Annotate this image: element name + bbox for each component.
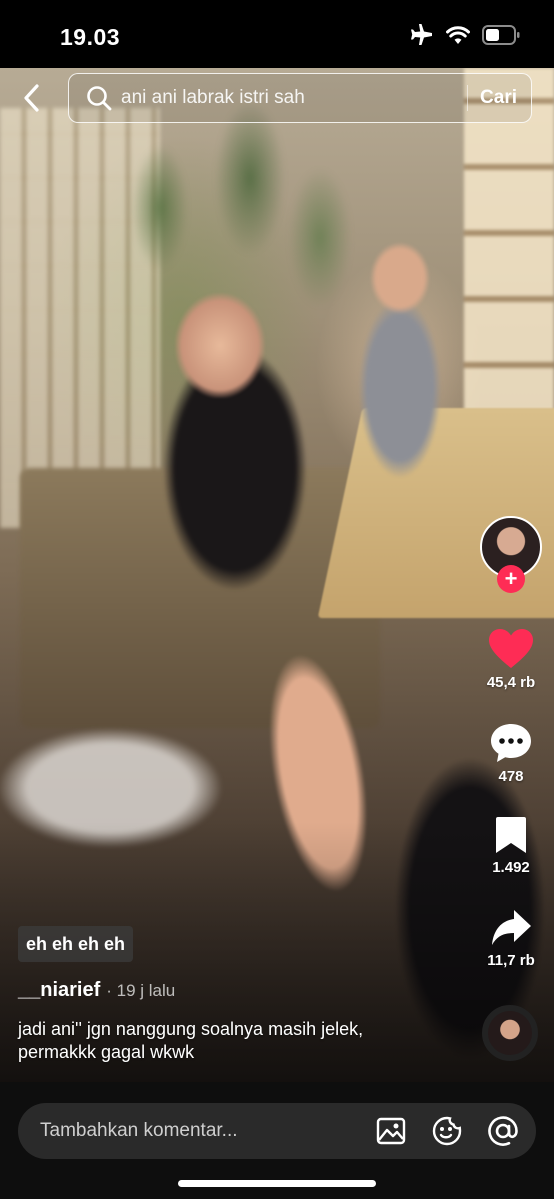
post-time: · 19 j lalu	[106, 981, 176, 1000]
mention-icon[interactable]	[486, 1114, 520, 1148]
bookmark-count: 1.492	[492, 859, 530, 876]
video-overlay-text: eh eh eh eh	[18, 926, 134, 962]
share-count: 11,7 rb	[487, 952, 535, 969]
wifi-icon	[446, 26, 470, 49]
like-count: 45,4 rb	[486, 674, 536, 691]
video-frame-child	[345, 218, 455, 508]
bookmark-icon	[496, 817, 526, 853]
follow-button[interactable]: +	[497, 565, 525, 593]
comment-icon	[491, 724, 531, 762]
author-line: __niarief · 19 j lalu	[18, 979, 175, 1002]
status-icons	[410, 24, 520, 51]
bookmark-button[interactable]: 1.492	[478, 815, 544, 876]
comment-count: 478	[498, 768, 524, 785]
comment-tools	[374, 1114, 520, 1148]
music-disc[interactable]	[482, 1005, 538, 1061]
comment-input[interactable]: Tambahkan komentar...	[18, 1103, 536, 1159]
author-username[interactable]: __niarief	[18, 979, 100, 1002]
back-button[interactable]	[14, 80, 50, 116]
home-indicator	[178, 1180, 376, 1187]
airplane-icon	[410, 24, 434, 51]
share-button[interactable]: 11,7 rb	[478, 908, 544, 969]
chevron-left-icon	[24, 84, 39, 112]
post-caption[interactable]: jadi ani'' jgn nanggung soalnya masih je…	[18, 1018, 418, 1064]
video-frame-face	[175, 293, 265, 398]
emoji-icon[interactable]	[430, 1114, 464, 1148]
battery-icon	[482, 25, 520, 50]
heart-icon	[489, 629, 533, 668]
search-bar[interactable]: ani ani labrak istri sah Cari	[68, 73, 532, 123]
comment-button[interactable]: 478	[478, 722, 544, 785]
status-time: 19.03	[60, 24, 121, 50]
search-divider	[467, 85, 469, 111]
screen: 19.03 ani ani labrak istri sah Cari + 45…	[0, 0, 554, 1199]
like-button[interactable]: 45,4 rb	[478, 628, 544, 691]
image-icon[interactable]	[374, 1114, 408, 1148]
status-bar: 19.03	[0, 0, 554, 68]
comment-placeholder: Tambahkan komentar...	[40, 1120, 238, 1141]
search-submit-button[interactable]: Cari	[480, 87, 517, 109]
search-input[interactable]: ani ani labrak istri sah	[121, 87, 455, 109]
search-icon	[87, 86, 112, 111]
comment-bar: Tambahkan komentar...	[0, 1082, 554, 1199]
share-icon	[492, 910, 531, 945]
